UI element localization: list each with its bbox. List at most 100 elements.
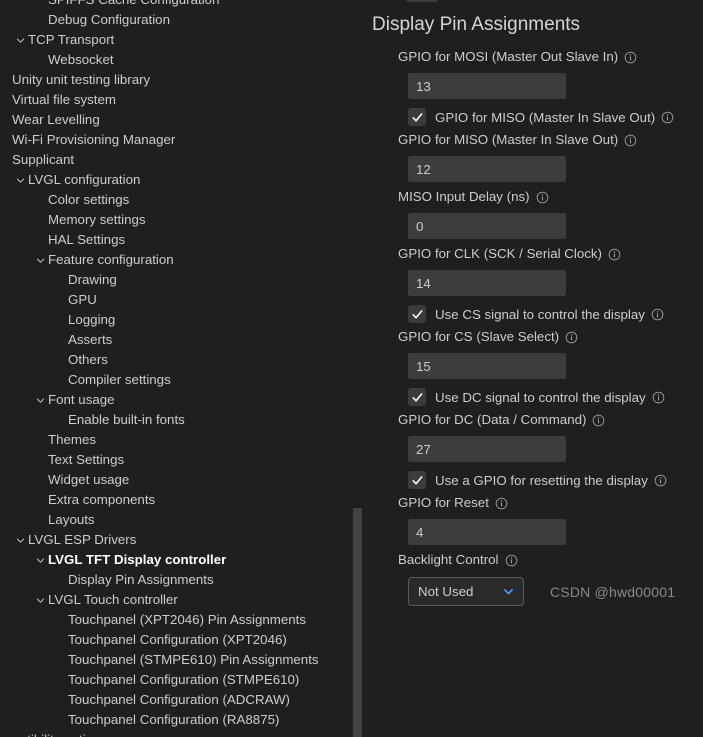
info-icon[interactable] — [592, 414, 605, 427]
checkbox[interactable] — [408, 388, 426, 406]
checkbox-row[interactable]: Use DC signal to control the display — [408, 388, 703, 406]
checkbox-row[interactable]: GPIO for MISO (Master In Slave Out) — [408, 108, 703, 126]
info-icon[interactable] — [536, 191, 549, 204]
tree-item[interactable]: Drawing — [0, 270, 368, 290]
sidebar-scrollbar-thumb[interactable] — [353, 508, 362, 737]
field-label: GPIO for DC (Data / Command) — [398, 411, 703, 429]
chevron-down-icon[interactable] — [32, 250, 48, 270]
tree-item[interactable]: TCP Transport — [0, 30, 368, 50]
tree-item[interactable]: Widget usage — [0, 470, 368, 490]
info-icon[interactable] — [608, 248, 621, 261]
tree-item[interactable]: Display Pin Assignments — [0, 570, 368, 590]
tree-item[interactable]: Layouts — [0, 510, 368, 530]
checkbox-label-text: Use DC signal to control the display — [435, 389, 646, 405]
checkbox-row[interactable]: Use a GPIO for resetting the display — [408, 471, 703, 489]
info-icon[interactable] — [624, 134, 637, 147]
backlight-control-select[interactable]: Not Used — [408, 577, 524, 606]
tree-item-label: Supplicant — [12, 152, 75, 167]
tree-item[interactable]: Compiler settings — [0, 370, 368, 390]
tree-item-label: Touchpanel (XPT2046) Pin Assignments — [68, 612, 306, 627]
tree-item[interactable]: LVGL Touch controller — [0, 590, 368, 610]
tree-item-label: Touchpanel Configuration (STMPE610) — [68, 672, 300, 687]
tree-item[interactable]: Wi-Fi Provisioning Manager — [0, 130, 368, 150]
tree-item-label: GPU — [68, 292, 97, 307]
chevron-down-icon[interactable] — [32, 390, 48, 410]
value-input[interactable] — [408, 519, 566, 545]
tree-item[interactable]: LVGL configuration — [0, 170, 368, 190]
info-icon[interactable] — [654, 474, 667, 487]
field-label-text: Backlight Control — [398, 552, 499, 567]
chevron-down-icon[interactable] — [32, 590, 48, 610]
value-input[interactable] — [408, 353, 566, 379]
tree-item[interactable]: Touchpanel (STMPE610) Pin Assignments — [0, 650, 368, 670]
info-icon[interactable] — [565, 331, 578, 344]
tree-item-label: Extra components — [48, 492, 156, 507]
checkbox[interactable] — [408, 305, 426, 323]
tree-item[interactable]: Memory settings — [0, 210, 368, 230]
sidebar-scrollbar[interactable] — [353, 0, 367, 737]
field-label: GPIO for MISO (Master In Slave Out) — [398, 131, 703, 149]
checkbox[interactable] — [408, 108, 426, 126]
tree-item[interactable]: Asserts — [0, 330, 368, 350]
tree-item[interactable]: Supplicant — [0, 150, 368, 170]
chevron-down-icon[interactable] — [12, 170, 28, 190]
page-title: Display Pin Assignments — [372, 14, 581, 35]
checkbox[interactable] — [408, 471, 426, 489]
tree-item[interactable]: Text Settings — [0, 450, 368, 470]
info-icon[interactable] — [505, 554, 518, 567]
chevron-down-icon[interactable] — [12, 30, 28, 50]
checkbox-label: GPIO for MISO (Master In Slave Out) — [435, 110, 674, 125]
tree-item-label: Websocket — [48, 52, 114, 67]
field-label: GPIO for CS (Slave Select) — [398, 328, 703, 346]
tree-item[interactable]: GPU — [0, 290, 368, 310]
info-icon[interactable] — [652, 391, 665, 404]
tree-item[interactable]: SPIFFS Cache Configuration — [0, 0, 368, 10]
tree-item[interactable]: Enable built-in fonts — [0, 410, 368, 430]
field-label-text: GPIO for CLK (SCK / Serial Clock) — [398, 246, 602, 261]
tree-item-label: Widget usage — [48, 472, 130, 487]
info-icon[interactable] — [651, 308, 664, 321]
tree-item[interactable]: Websocket — [0, 50, 368, 70]
field-label: GPIO for Reset — [398, 494, 703, 512]
info-icon[interactable] — [661, 111, 674, 124]
tree-item[interactable]: Font usage — [0, 390, 368, 410]
info-icon[interactable] — [495, 497, 508, 510]
checkbox-row[interactable]: Use CS signal to control the display — [408, 305, 703, 323]
info-icon[interactable] — [624, 51, 637, 64]
checkbox-label: Use CS signal to control the display — [435, 307, 664, 322]
tree-item[interactable]: Virtual file system — [0, 90, 368, 110]
chevron-down-icon[interactable] — [32, 550, 48, 570]
tree-item[interactable]: Others — [0, 350, 368, 370]
tree-item[interactable]: Wear Levelling — [0, 110, 368, 130]
tree-item[interactable]: Touchpanel Configuration (STMPE610) — [0, 670, 368, 690]
value-input[interactable] — [408, 73, 566, 99]
tree-item-label: ompatibility options — [0, 730, 107, 737]
tree-item[interactable]: Touchpanel Configuration (RA8875) — [0, 710, 368, 730]
checkbox-label-text: Use CS signal to control the display — [435, 306, 645, 322]
tree-item[interactable]: Touchpanel (XPT2046) Pin Assignments — [0, 610, 368, 630]
tree-item[interactable]: Extra components — [0, 490, 368, 510]
tree-item[interactable]: HAL Settings — [0, 230, 368, 250]
tree-item-label: SPIFFS Cache Configuration — [48, 0, 219, 10]
tree-item[interactable]: Themes — [0, 430, 368, 450]
value-input[interactable] — [408, 270, 566, 296]
tree-item-label: Logging — [68, 312, 116, 327]
tree-item[interactable]: Color settings — [0, 190, 368, 210]
tree-item[interactable]: LVGL TFT Display controller — [0, 550, 368, 570]
tree-item[interactable]: Touchpanel Configuration (ADCRAW) — [0, 690, 368, 710]
tree-item[interactable]: Logging — [0, 310, 368, 330]
chevron-down-icon[interactable] — [502, 585, 515, 598]
checkbox-label: Use DC signal to control the display — [435, 390, 665, 405]
chevron-down-icon[interactable] — [12, 530, 28, 550]
tree-item[interactable]: Debug Configuration — [0, 10, 368, 30]
value-input[interactable] — [408, 436, 566, 462]
tree-item[interactable]: Feature configuration — [0, 250, 368, 270]
tree-item[interactable]: Unity unit testing library — [0, 70, 368, 90]
value-input[interactable] — [408, 213, 566, 239]
value-input[interactable] — [408, 156, 566, 182]
tree-item[interactable]: Touchpanel Configuration (XPT2046) — [0, 630, 368, 650]
tree-item[interactable]: ompatibility options — [0, 730, 368, 737]
checkbox-label-text: GPIO for MISO (Master In Slave Out) — [435, 109, 656, 125]
tree-item[interactable]: LVGL ESP Drivers — [0, 530, 368, 550]
checkbox-label: Use a GPIO for resetting the display — [435, 473, 667, 488]
